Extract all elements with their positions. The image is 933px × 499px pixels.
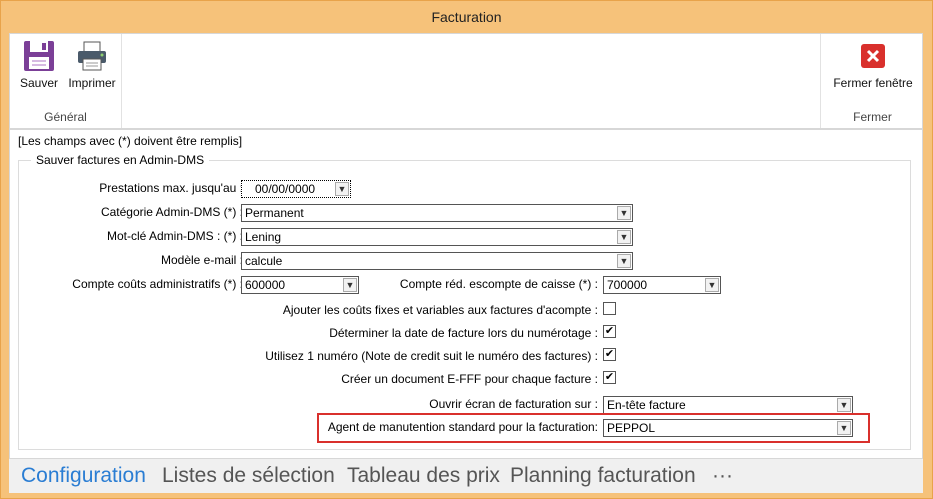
ouvrir-select[interactable]: En-tête facture ▼	[603, 396, 853, 414]
tab-configuration[interactable]: Configuration	[21, 464, 146, 488]
save-button[interactable]: Sauver	[16, 40, 62, 90]
printer-icon	[78, 41, 106, 71]
close-window-label: Fermer fenêtre	[833, 76, 913, 90]
ajouter-checkbox[interactable]	[603, 302, 616, 315]
chevron-down-icon[interactable]: ▼	[705, 278, 719, 292]
creer-checkbox[interactable]: ✔	[603, 371, 616, 384]
highlight-box	[317, 413, 870, 443]
couts-value: 600000	[245, 278, 286, 292]
tab-planning-facturation[interactable]: Planning facturation	[510, 464, 696, 488]
motcle-label: Mot-clé Admin-DMS : (*) :	[106, 229, 243, 243]
couts-label: Compte coûts administratifs (*) :	[72, 277, 243, 291]
ribbon-group-general: Sauver Imprimer Général	[10, 34, 122, 128]
print-button[interactable]: Imprimer	[66, 40, 118, 90]
modele-select[interactable]: calcule ▼	[241, 252, 633, 270]
application-window: Facturation Sauver Imprimer Général Ferm…	[0, 0, 933, 499]
save-label: Sauver	[19, 76, 59, 90]
prestations-value: 00/00/0000	[255, 182, 316, 196]
checkmark-icon: ✔	[604, 371, 615, 383]
ribbon-group-label-close: Fermer	[853, 110, 892, 124]
motcle-select[interactable]: Lening ▼	[241, 228, 633, 246]
categorie-label: Catégorie Admin-DMS (*) :	[100, 205, 243, 219]
bottom-tab-bar: Configuration Listes de sélection Tablea…	[9, 459, 923, 493]
escompte-label: Compte réd. escompte de caisse (*) :	[399, 277, 598, 291]
section-title: Sauver factures en Admin-DMS	[31, 153, 210, 167]
ribbon-toolbar: Sauver Imprimer Général Fermer fenêtre F…	[9, 33, 923, 129]
motcle-value: Lening	[245, 230, 282, 244]
determiner-checkbox[interactable]: ✔	[603, 325, 616, 338]
floppy-disk-icon	[24, 41, 54, 71]
chevron-down-icon[interactable]: ▼	[335, 182, 349, 196]
chevron-down-icon[interactable]: ▼	[617, 254, 631, 268]
checkmark-icon: ✔	[604, 325, 615, 337]
more-tabs-button[interactable]: ···	[712, 464, 733, 488]
chevron-down-icon[interactable]: ▼	[837, 398, 851, 412]
close-icon	[861, 44, 885, 68]
ribbon-group-label-general: Général	[44, 110, 87, 124]
modele-value: calcule	[245, 254, 283, 268]
window-title: Facturation	[1, 1, 932, 33]
couts-select[interactable]: 600000 ▼	[241, 276, 359, 294]
chevron-down-icon[interactable]: ▼	[617, 206, 631, 220]
chevron-down-icon[interactable]: ▼	[617, 230, 631, 244]
admin-dms-section: Sauver factures en Admin-DMS Prestations…	[18, 153, 911, 450]
chevron-down-icon[interactable]: ▼	[343, 278, 357, 292]
close-window-button[interactable]: Fermer fenêtre	[823, 40, 923, 90]
prestations-date-field[interactable]: 00/00/0000 ▼	[241, 180, 351, 198]
print-label: Imprimer	[68, 76, 116, 90]
utilisez-label: Utilisez 1 numéro (Note de credit suit l…	[265, 349, 598, 363]
ouvrir-value: En-tête facture	[607, 398, 686, 412]
form-panel: [Les champs avec (*) doivent être rempli…	[9, 129, 923, 459]
ajouter-label: Ajouter les coûts fixes et variables aux…	[282, 303, 598, 317]
utilisez-checkbox[interactable]: ✔	[603, 348, 616, 361]
determiner-label: Déterminer la date de facture lors du nu…	[329, 326, 598, 340]
creer-label: Créer un document E-FFF pour chaque fact…	[341, 372, 598, 386]
categorie-select[interactable]: Permanent ▼	[241, 204, 633, 222]
modele-label: Modèle e-mail :	[160, 253, 243, 267]
checkmark-icon: ✔	[604, 348, 615, 360]
tab-tableau-des-prix[interactable]: Tableau des prix	[347, 464, 500, 488]
prestations-label: Prestations max. jusqu'au :	[99, 181, 243, 195]
categorie-value: Permanent	[245, 206, 304, 220]
escompte-select[interactable]: 700000 ▼	[603, 276, 721, 294]
ribbon-group-close: Fermer fenêtre Fermer	[820, 34, 924, 128]
escompte-value: 700000	[607, 278, 648, 292]
ouvrir-label: Ouvrir écran de facturation sur :	[429, 397, 598, 411]
required-fields-note: [Les champs avec (*) doivent être rempli…	[18, 134, 243, 148]
tab-listes-de-selection[interactable]: Listes de sélection	[162, 464, 335, 488]
